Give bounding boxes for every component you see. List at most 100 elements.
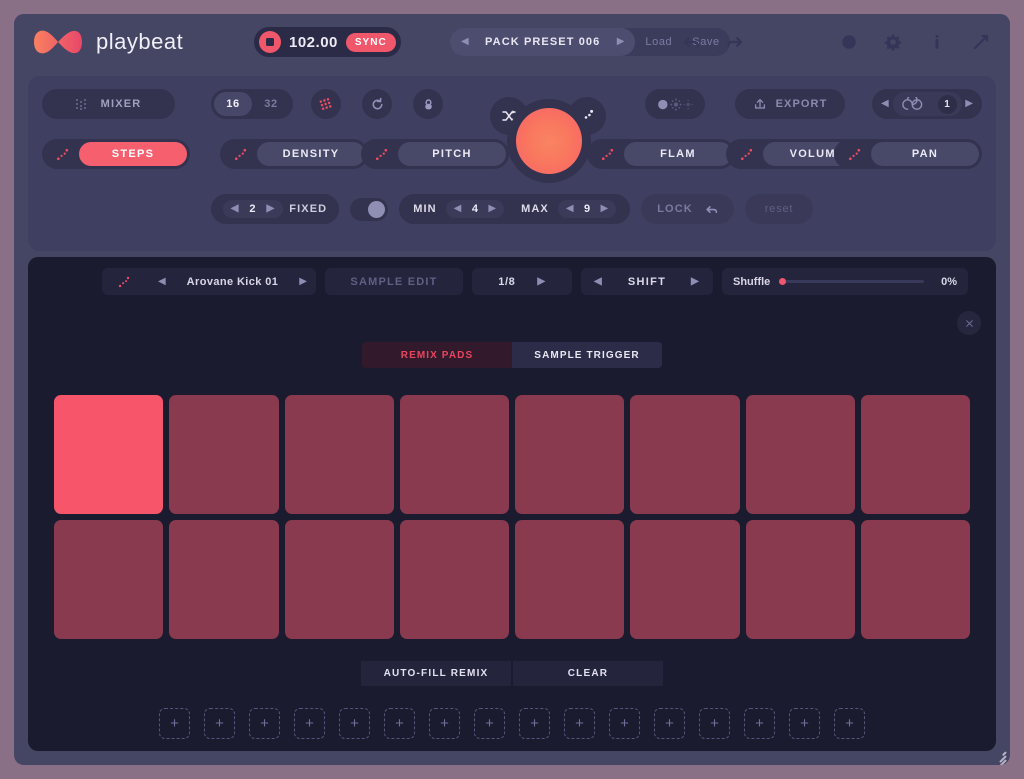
- pad-12[interactable]: [399, 520, 509, 639]
- stop-button[interactable]: [259, 31, 281, 53]
- undo-icon[interactable]: [682, 33, 700, 51]
- pad-1[interactable]: [54, 395, 164, 514]
- info-icon[interactable]: [928, 33, 946, 51]
- param-pitch-dots-icon[interactable]: [364, 142, 398, 166]
- gear-icon[interactable]: [884, 33, 902, 51]
- tab-sample-trigger[interactable]: SAMPLE TRIGGER: [512, 342, 662, 368]
- slot-5[interactable]: +: [339, 708, 370, 739]
- shift-control[interactable]: ◀ SHIFT ▶: [581, 268, 713, 295]
- param-steps-dots-icon[interactable]: [45, 142, 79, 166]
- export-button[interactable]: EXPORT: [735, 89, 845, 119]
- slot-12[interactable]: +: [654, 708, 685, 739]
- reset-pattern-button[interactable]: [362, 89, 392, 119]
- slot-14[interactable]: +: [744, 708, 775, 739]
- loop-prev-icon[interactable]: ◀: [881, 99, 889, 109]
- slot-2[interactable]: +: [204, 708, 235, 739]
- fixed-toggle[interactable]: [350, 197, 389, 221]
- slot-9[interactable]: +: [519, 708, 550, 739]
- pad-9[interactable]: [54, 520, 164, 639]
- min-value-chip[interactable]: ◀ 4 ▶: [445, 200, 505, 218]
- window-resize-grip[interactable]: [992, 747, 1007, 765]
- param-flam[interactable]: FLAM: [587, 139, 735, 169]
- sample-next-icon[interactable]: ▶: [299, 276, 307, 287]
- param-pitch[interactable]: PITCH: [361, 139, 509, 169]
- slot-15[interactable]: +: [789, 708, 820, 739]
- sample-prev-icon[interactable]: ◀: [158, 276, 166, 287]
- param-pan-label[interactable]: PAN: [871, 142, 979, 166]
- mixer-button[interactable]: MIXER: [42, 89, 175, 119]
- rate-selector[interactable]: 1/8 ▶: [472, 268, 572, 295]
- param-pan[interactable]: PAN: [834, 139, 982, 169]
- slot-1[interactable]: +: [159, 708, 190, 739]
- redo-icon[interactable]: [726, 33, 744, 51]
- shuffle-control[interactable]: Shuffle 0%: [722, 268, 968, 295]
- lock-button[interactable]: LOCK: [641, 194, 734, 224]
- step-count-16[interactable]: 16: [214, 92, 252, 116]
- globe-icon[interactable]: [840, 33, 858, 51]
- reset-button[interactable]: reset: [744, 194, 814, 224]
- pad-16[interactable]: [860, 520, 970, 639]
- preset-next-icon[interactable]: ▶: [617, 37, 625, 47]
- max-prev-icon[interactable]: ◀: [566, 204, 574, 214]
- slot-6[interactable]: +: [384, 708, 415, 739]
- auto-fill-remix-button[interactable]: AUTO-FILL REMIX: [361, 661, 511, 686]
- tab-remix-pads[interactable]: REMIX PADS: [362, 342, 512, 368]
- pad-7[interactable]: [745, 395, 855, 514]
- fixed-prev-icon[interactable]: ◀: [231, 204, 240, 214]
- preset-prev-icon[interactable]: ◀: [461, 37, 469, 47]
- shift-prev-icon[interactable]: ◀: [594, 276, 603, 287]
- expand-icon[interactable]: [972, 33, 990, 51]
- pad-13[interactable]: [515, 520, 625, 639]
- rate-next-icon[interactable]: ▶: [537, 276, 545, 287]
- pad-2[interactable]: [169, 395, 279, 514]
- fixed-next-icon[interactable]: ▶: [267, 204, 276, 214]
- pad-14[interactable]: [630, 520, 740, 639]
- step-count-segment[interactable]: 16 32: [211, 89, 293, 119]
- sync-button[interactable]: SYNC: [345, 32, 396, 52]
- slot-3[interactable]: +: [249, 708, 280, 739]
- max-value-chip[interactable]: ◀ 9 ▶: [557, 200, 617, 218]
- param-density-label[interactable]: DENSITY: [257, 142, 365, 166]
- slot-7[interactable]: +: [429, 708, 460, 739]
- preset-selector[interactable]: ◀ PACK PRESET 006 ▶: [450, 28, 636, 56]
- transport-bpm[interactable]: 102.00 SYNC: [254, 27, 401, 57]
- lock-pattern-button[interactable]: [413, 89, 443, 119]
- sample-edit-button[interactable]: SAMPLE EDIT: [325, 268, 463, 295]
- slot-4[interactable]: +: [294, 708, 325, 739]
- max-next-icon[interactable]: ▶: [601, 204, 609, 214]
- slot-8[interactable]: +: [474, 708, 505, 739]
- param-flam-dots-icon[interactable]: [590, 142, 624, 166]
- param-density[interactable]: DENSITY: [220, 139, 368, 169]
- param-flam-label[interactable]: FLAM: [624, 142, 732, 166]
- min-next-icon[interactable]: ▶: [488, 204, 496, 214]
- sample-dots-icon[interactable]: [111, 275, 137, 289]
- loop-inner[interactable]: 1: [892, 92, 962, 116]
- slot-11[interactable]: +: [609, 708, 640, 739]
- param-volume-dots-icon[interactable]: [729, 142, 763, 166]
- sample-selector[interactable]: ◀ Arovane Kick 01 ▶: [102, 268, 316, 295]
- dither-button[interactable]: [645, 89, 705, 119]
- clear-button[interactable]: CLEAR: [513, 661, 663, 686]
- shift-next-icon[interactable]: ▶: [691, 276, 700, 287]
- param-steps-label[interactable]: STEPS: [79, 142, 187, 166]
- min-prev-icon[interactable]: ◀: [454, 204, 462, 214]
- slot-16[interactable]: +: [834, 708, 865, 739]
- param-pitch-label[interactable]: PITCH: [398, 142, 506, 166]
- shuffle-slider-handle[interactable]: [779, 277, 787, 285]
- slot-10[interactable]: +: [564, 708, 595, 739]
- pad-3[interactable]: [284, 395, 394, 514]
- step-count-32[interactable]: 32: [252, 92, 290, 116]
- pad-4[interactable]: [399, 395, 509, 514]
- pad-11[interactable]: [284, 520, 394, 639]
- pad-15[interactable]: [745, 520, 855, 639]
- pattern-grid-button[interactable]: [311, 89, 341, 119]
- pad-8[interactable]: [860, 395, 970, 514]
- param-density-dots-icon[interactable]: [223, 142, 257, 166]
- param-steps[interactable]: STEPS: [42, 139, 190, 169]
- pad-5[interactable]: [515, 395, 625, 514]
- slot-13[interactable]: +: [699, 708, 730, 739]
- close-panel-button[interactable]: [957, 311, 981, 335]
- loop-next-icon[interactable]: ▶: [965, 99, 973, 109]
- shuffle-slider[interactable]: [779, 277, 924, 285]
- fixed-value-chip[interactable]: ◀ 2 ▶: [222, 200, 284, 218]
